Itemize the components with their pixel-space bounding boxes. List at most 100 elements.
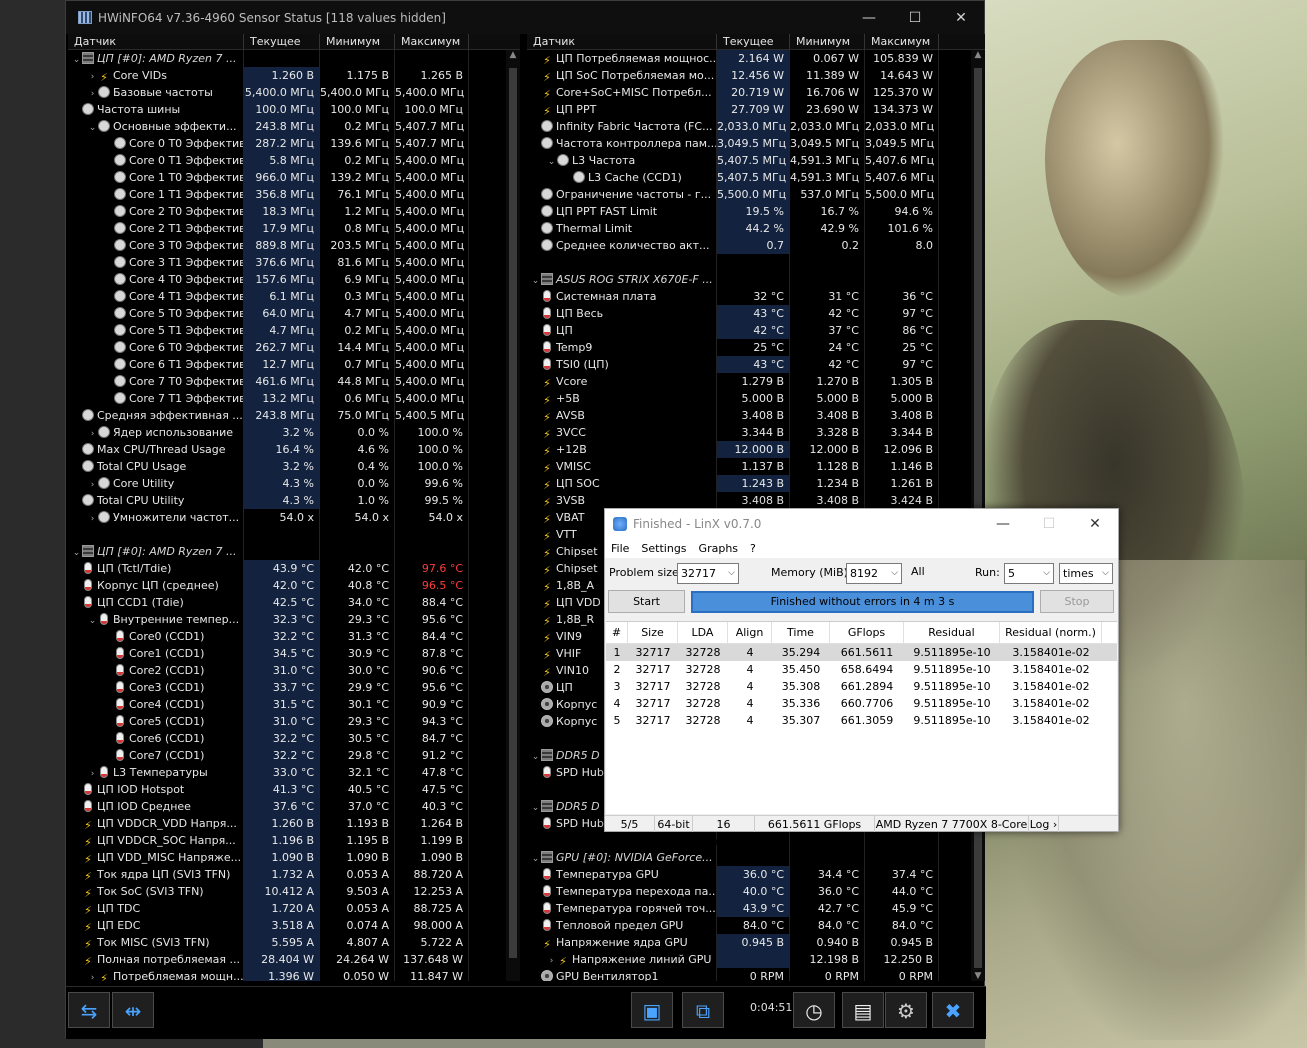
sensor-row[interactable]: Thermal Limit 44.2 % 42.9 % 101.6 % [527, 220, 985, 237]
all-memory-link[interactable]: All [911, 565, 925, 589]
sensor-row[interactable]: ⚡ 3VSB 3.408 В 3.408 В 3.424 В [527, 492, 985, 509]
chevron-right-icon[interactable]: › [87, 86, 98, 101]
sensor-row[interactable]: Total CPU Usage 3.2 % 0.4 % 100.0 % [68, 458, 520, 475]
column-header[interactable]: Align [728, 622, 772, 643]
menu-settings[interactable]: Settings [641, 542, 686, 555]
sensor-row[interactable]: Core 2 T0 Эффектив... 18.3 МГц 1.2 МГц 5,40… [68, 203, 520, 220]
table-row[interactable]: 3 32717 32728 4 35.308 661.2894 9.511895e-10 3.… [606, 678, 1117, 695]
run-unit-select[interactable]: times ⌵ [1059, 563, 1113, 584]
sensor-row[interactable]: Core4 (CCD1) 31.5 °C 30.1 °C 90.9 °C [68, 696, 520, 713]
sensor-row[interactable]: Core 2 T1 Эффектив... 17.9 МГц 0.8 МГц 5,40… [68, 220, 520, 237]
table-row[interactable]: 1 32717 32728 4 35.294 661.5611 9.511895e-10 3.… [606, 644, 1117, 661]
chevron-right-icon[interactable]: › [87, 970, 98, 981]
chevron-down-icon[interactable]: ⌄ [71, 52, 82, 67]
sensor-row[interactable]: ЦП IOD Среднее 37.6 °C 37.0 °C 40.3 °C [68, 798, 520, 815]
problem-size-select[interactable]: 32717 ⌵ [677, 563, 739, 584]
sensor-row[interactable]: Core 6 T0 Эффектив... 262.7 МГц 14.4 МГц 5,… [68, 339, 520, 356]
sensor-row[interactable]: ЦП CCD1 (Tdie) 42.5 °C 34.0 °C 88.4 °C [68, 594, 520, 611]
sensor-row[interactable]: Infinity Fabric Частота (FC... 2,033.0 МГ… [527, 118, 985, 135]
sensor-row[interactable]: ⚡ ЦП SOC 1.243 В 1.234 В 1.261 В [527, 475, 985, 492]
sensor-row[interactable]: ⚡ ЦП TDC 1.720 A 0.053 A 88.725 A [68, 900, 520, 917]
sensor-row[interactable]: Core3 (CCD1) 33.7 °C 29.9 °C 95.6 °C [68, 679, 520, 696]
scroll-up-icon[interactable]: ▲ [506, 50, 520, 60]
sensor-row[interactable]: Core 3 T0 Эффектив... 889.8 МГц 203.5 МГц 5… [68, 237, 520, 254]
sensor-row[interactable]: ⚡ ЦП Потребляемая мощнос... 2.164 W 0.067 W… [527, 50, 985, 67]
scroll-up-icon[interactable]: ▲ [971, 50, 985, 60]
sensor-row[interactable]: ⚡ ЦП EDC 3.518 A 0.074 A 98.000 A [68, 917, 520, 934]
sensor-row[interactable]: ⚡ Напряжение ядра GPU 0.945 В 0.940 В 0.945 … [527, 934, 985, 951]
chevron-down-icon[interactable]: ⌄ [530, 749, 541, 764]
sensor-row[interactable]: Core 0 T1 Эффектив... 5.8 МГц 0.2 МГц 5,400… [68, 152, 520, 169]
arrows-left-right-icon[interactable]: ⇆ [68, 992, 110, 1028]
chevron-down-icon[interactable]: ⌄ [530, 800, 541, 815]
sensor-row[interactable]: ⚡ +5В 5.000 В 5.000 В 5.000 В [527, 390, 985, 407]
column-header[interactable]: Residual [904, 622, 1000, 643]
settings-gear-icon[interactable]: ⚙ [885, 992, 927, 1028]
header-current[interactable]: Текущее [717, 34, 790, 49]
log-button[interactable]: Log › [1029, 816, 1059, 832]
sensor-row[interactable]: Core7 (CCD1) 32.2 °C 29.8 °C 91.2 °C [68, 747, 520, 764]
sensor-row[interactable]: ⚡ Vcore 1.279 В 1.270 В 1.305 В [527, 373, 985, 390]
sensor-row[interactable]: Core 5 T1 Эффектив... 4.7 МГц 0.2 МГц 5,400… [68, 322, 520, 339]
menu-file[interactable]: File [611, 542, 629, 555]
sensor-row[interactable]: Core6 (CCD1) 32.2 °C 30.5 °C 84.7 °C [68, 730, 520, 747]
chevron-right-icon[interactable]: › [87, 69, 98, 84]
sensor-row[interactable]: Температура GPU 36.0 °C 34.4 °C 37.4 °C [527, 866, 985, 883]
scroll-down-icon[interactable]: ▼ [971, 971, 985, 981]
sensor-row[interactable]: Core1 (CCD1) 34.5 °C 30.9 °C 87.8 °C [68, 645, 520, 662]
sensor-row[interactable]: TSI0 (ЦП) 43 °C 42 °C 97 °C [527, 356, 985, 373]
sensor-row[interactable]: ЦП Весь 43 °C 42 °C 97 °C [527, 305, 985, 322]
menu-graphs[interactable]: Graphs [699, 542, 738, 555]
sensor-row[interactable]: Частота контроллера пам... 3,049.5 МГц 3,0… [527, 135, 985, 152]
column-header[interactable]: GFlops [830, 622, 904, 643]
header-max[interactable]: Максимум [395, 34, 469, 49]
sensor-row[interactable]: ⌄ L3 Частота 5,407.5 МГц 4,591.3 МГц 5,407.6… [527, 152, 985, 169]
sensor-row[interactable]: ⚡ AVSB 3.408 В 3.408 В 3.408 В [527, 407, 985, 424]
clock-icon[interactable]: ◷ [793, 992, 835, 1028]
header-min[interactable]: Минимум [790, 34, 865, 49]
sensor-row[interactable]: ⚡ 3VCC 3.344 В 3.328 В 3.344 В [527, 424, 985, 441]
sensor-group-row[interactable]: ⌄ GPU [#0]: NVIDIA GeForce... [527, 849, 985, 866]
header-sensor[interactable]: Датчик [68, 34, 244, 49]
sensor-row[interactable]: Ограничение частоты - г... 5,500.0 МГц 537… [527, 186, 985, 203]
chevron-down-icon[interactable]: ⌄ [71, 545, 82, 560]
header-min[interactable]: Минимум [320, 34, 395, 49]
sensor-row[interactable]: Температура горячей точ... 43.9 °C 42.7 °C… [527, 900, 985, 917]
sensor-row[interactable]: Core 0 T0 Эффектив... 287.2 МГц 139.6 МГц 5… [68, 135, 520, 152]
header-sensor[interactable]: Датчик [527, 34, 717, 49]
linx-close-button[interactable]: ✕ [1072, 516, 1118, 532]
sensor-row[interactable]: › ⚡ Core VIDs 1.260 В 1.175 В 1.265 В [68, 67, 520, 84]
table-row[interactable]: 5 32717 32728 4 35.307 661.3059 9.511895e-10 3.… [606, 712, 1117, 729]
minimize-button[interactable]: — [846, 10, 892, 26]
chevron-down-icon[interactable]: ⌄ [530, 273, 541, 288]
scrollbar-thumb[interactable] [509, 68, 517, 958]
sensor-row[interactable]: Среднее количество акт... 0.7 0.2 8.0 [527, 237, 985, 254]
column-header[interactable]: Size [628, 622, 678, 643]
chevron-right-icon[interactable]: › [87, 766, 98, 781]
network-icon[interactable]: ⧉ [682, 992, 724, 1028]
sensor-row[interactable]: › Умножители частот... 54.0 x 54.0 x 54.0 x [68, 509, 520, 526]
linx-minimize-button[interactable]: — [980, 516, 1026, 532]
sensor-row[interactable]: ⚡ Полная потребляемая ... 28.404 W 24.264 W… [68, 951, 520, 968]
sensor-row[interactable]: L3 Cache (CCD1) 5,407.5 МГц 4,591.3 МГц 5,4… [527, 169, 985, 186]
sensor-group-row[interactable]: ⌄ ЦП [#0]: AMD Ryzen 7 ... [68, 50, 520, 67]
chevron-down-icon[interactable]: ⌄ [530, 851, 541, 866]
log-add-icon[interactable]: ▤ [842, 992, 884, 1028]
memory-select[interactable]: 8192 ⌵ [846, 563, 902, 584]
sensor-row[interactable]: Temp9 25 °C 24 °C 25 °C [527, 339, 985, 356]
sensor-row[interactable]: ЦП IOD Hotspot 41.3 °C 40.5 °C 47.5 °C [68, 781, 520, 798]
sensor-row[interactable]: ⚡ Ток ядра ЦП (SVI3 TFN) 1.732 A 0.053 A 88.… [68, 866, 520, 883]
chevron-down-icon[interactable]: ⌄ [87, 613, 98, 628]
sensor-row[interactable]: Core 1 T1 Эффектив... 356.8 МГц 76.1 МГц 5,… [68, 186, 520, 203]
maximize-button[interactable]: ☐ [892, 10, 938, 26]
sensor-row[interactable]: ⚡ ЦП SoC Потребляемая мо... 12.456 W 11.389… [527, 67, 985, 84]
sensor-row[interactable]: Системная плата 32 °C 31 °C 36 °C [527, 288, 985, 305]
arrows-collapse-icon[interactable]: ⇹ [112, 992, 154, 1028]
sensor-row[interactable]: Core5 (CCD1) 31.0 °C 29.3 °C 94.3 °C [68, 713, 520, 730]
column-header[interactable]: # [606, 622, 628, 643]
chevron-right-icon[interactable]: › [87, 477, 98, 492]
column-header[interactable]: Time [772, 622, 830, 643]
sensor-row[interactable]: Core 4 T0 Эффектив... 157.6 МГц 6.9 МГц 5,4… [68, 271, 520, 288]
column-header[interactable]: Residual (norm.) [1000, 622, 1102, 643]
sensor-row[interactable]: Частота шины 100.0 МГц 100.0 МГц 100.0 МГц [68, 101, 520, 118]
